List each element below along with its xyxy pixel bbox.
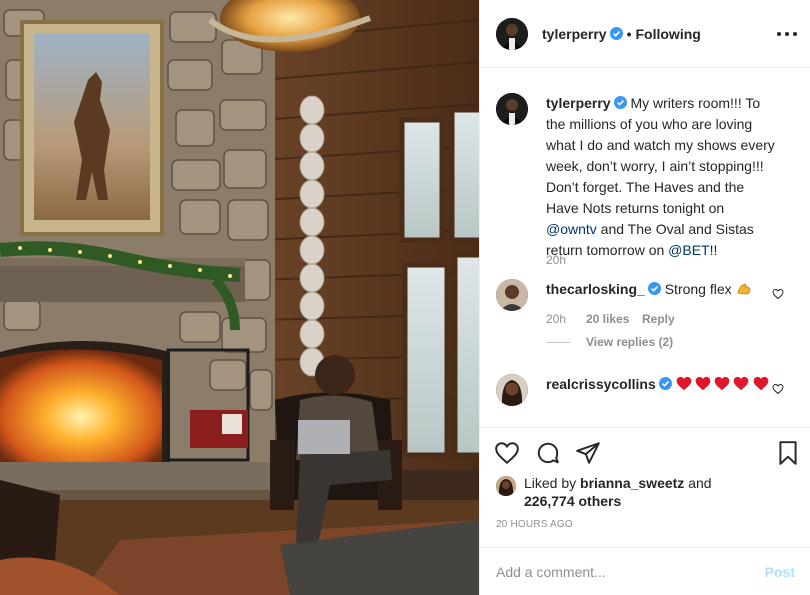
verified-badge-icon xyxy=(658,377,672,390)
verified-badge-icon xyxy=(609,26,623,40)
header-text: tylerperry • Following xyxy=(542,26,701,42)
verified-badge-icon xyxy=(613,96,627,109)
following-button[interactable]: Following xyxy=(636,26,701,42)
verified-badge-icon xyxy=(647,282,661,295)
more-horizontal-icon[interactable] xyxy=(777,24,797,44)
photo-image xyxy=(0,0,479,595)
commenter-avatar[interactable] xyxy=(496,374,528,406)
separator-dot: • xyxy=(626,25,632,42)
like-comment-heart-icon[interactable] xyxy=(772,288,784,300)
comment-icon[interactable] xyxy=(535,440,561,466)
add-comment-input[interactable] xyxy=(496,563,765,580)
liked-by-prefix: Liked by xyxy=(524,475,581,491)
comment-username[interactable]: realcrissycollins xyxy=(546,376,656,392)
post-side-panel: tylerperry • Following tylerperry My write… xyxy=(479,0,810,595)
post-comment-button[interactable]: Post xyxy=(765,564,795,580)
heart-outline-icon[interactable] xyxy=(494,440,520,466)
liked-by-and: and xyxy=(684,475,712,491)
mention-owntv-link[interactable]: @owntv xyxy=(546,221,597,237)
comments-list: tylerperry My writers room!!! To the mil… xyxy=(480,69,810,427)
red-heart-icon xyxy=(676,376,692,392)
caption-text: tylerperry My writers room!!! To the mil… xyxy=(546,93,776,261)
commenter-avatar[interactable] xyxy=(496,279,528,311)
reply-button[interactable]: Reply xyxy=(642,312,675,326)
share-icon[interactable] xyxy=(575,440,601,466)
caption-time[interactable]: 20h xyxy=(546,253,566,267)
caption-username[interactable]: tylerperry xyxy=(546,95,611,111)
comment-time[interactable]: 20h xyxy=(546,312,566,326)
author-avatar[interactable] xyxy=(496,17,528,50)
comment-row: thecarlosking_ Strong flex xyxy=(496,279,796,311)
caption-avatar[interactable] xyxy=(496,93,528,125)
comment-likes[interactable]: 20 likes xyxy=(586,312,629,326)
author-username[interactable]: tylerperry xyxy=(542,26,607,42)
red-heart-icon xyxy=(692,376,711,392)
liker-avatar[interactable] xyxy=(496,476,516,496)
comment-text: realcrissycollins xyxy=(546,374,776,406)
comment-row: realcrissycollins xyxy=(496,374,796,406)
instagram-post-view: tylerperry • Following tylerperry My write… xyxy=(0,0,810,595)
post-header: tylerperry • Following xyxy=(480,0,810,68)
add-comment-bar: Post xyxy=(480,547,810,595)
bookmark-icon[interactable] xyxy=(775,440,801,466)
likes-summary: Liked by brianna_sweetz and 226,774 othe… xyxy=(496,474,712,510)
red-heart-icon xyxy=(711,376,730,392)
action-bar: Liked by brianna_sweetz and 226,774 othe… xyxy=(480,427,810,547)
caption-body-3: !! xyxy=(709,242,718,258)
post-timestamp[interactable]: 20 HOURS AGO xyxy=(496,519,573,530)
caption-row: tylerperry My writers room!!! To the mil… xyxy=(496,93,796,261)
likes-count-button[interactable]: 226,774 others xyxy=(524,493,621,509)
post-photo[interactable] xyxy=(0,0,479,595)
caption-body-1: My writers room!!! To the millions of yo… xyxy=(546,95,775,216)
mention-bet-link[interactable]: @BET xyxy=(668,242,709,258)
comment-username[interactable]: thecarlosking_ xyxy=(546,281,645,297)
red-heart-icon xyxy=(753,376,769,392)
comment-body: Strong flex xyxy=(664,281,732,297)
flexed-biceps-icon xyxy=(737,283,750,295)
liker-username[interactable]: brianna_sweetz xyxy=(580,475,684,491)
view-replies-button[interactable]: View replies (2) xyxy=(546,335,673,349)
red-heart-icon xyxy=(730,376,749,392)
comment-text: thecarlosking_ Strong flex xyxy=(546,279,776,311)
like-comment-heart-icon[interactable] xyxy=(772,383,784,395)
